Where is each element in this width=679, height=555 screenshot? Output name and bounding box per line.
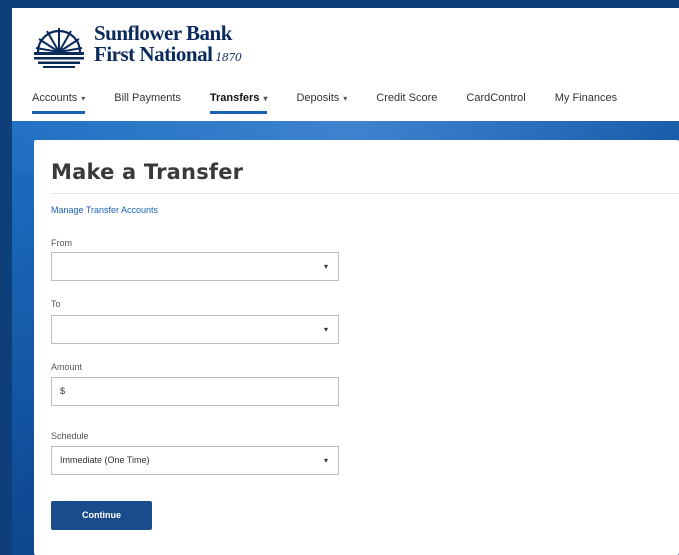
- nav-deposits-label: Deposits: [296, 92, 340, 104]
- from-label: From: [51, 238, 72, 248]
- dropdown-arrow-icon: ▾: [323, 262, 328, 271]
- brand-logo[interactable]: Sunflower Bank First National 1870: [32, 20, 242, 68]
- brand-established-year: 1870: [215, 50, 242, 64]
- nav-my-finances[interactable]: My Finances: [555, 92, 617, 114]
- from-account-select[interactable]: ▾: [51, 252, 339, 281]
- page-title: Make a Transfer: [51, 160, 244, 184]
- nav-my-finances-label: My Finances: [554, 92, 618, 104]
- to-account-select[interactable]: ▾: [51, 315, 339, 344]
- chevron-down-icon: ▾: [263, 94, 268, 103]
- amount-input[interactable]: $: [51, 377, 339, 406]
- nav-bill-payments-label: Bill Payments: [114, 92, 181, 104]
- schedule-select[interactable]: Immediate (One Time) ▾: [51, 446, 339, 475]
- title-divider: [51, 193, 679, 194]
- site-header: Sunflower Bank First National 1870 Accoun…: [12, 8, 679, 121]
- nav-credit-score[interactable]: Credit Score: [376, 92, 437, 114]
- amount-label: Amount: [51, 362, 83, 372]
- main-nav: Accounts ▾ Bill Payments Transfers ▾ Depos…: [32, 92, 646, 114]
- dropdown-arrow-icon: ▾: [323, 456, 328, 465]
- brand-name-line2: First National 1870: [94, 41, 242, 68]
- nav-deposits[interactable]: Deposits ▾: [296, 92, 347, 114]
- app-frame: Sunflower Bank First National 1870 Accoun…: [12, 8, 679, 555]
- sunflower-sunburst-icon: [34, 28, 84, 68]
- chevron-down-icon: ▾: [343, 94, 348, 103]
- nav-credit-score-label: Credit Score: [376, 92, 438, 104]
- continue-button[interactable]: Continue: [51, 501, 152, 530]
- nav-cardcontrol[interactable]: CardControl: [466, 92, 525, 114]
- transfer-form-card: Make a Transfer Manage Transfer Accounts…: [34, 140, 679, 555]
- amount-value: $: [60, 386, 66, 396]
- nav-transfers[interactable]: Transfers ▾: [209, 92, 268, 114]
- to-label: To: [51, 299, 61, 309]
- chevron-down-icon: ▾: [81, 94, 86, 103]
- nav-transfers-label: Transfers: [209, 92, 260, 104]
- schedule-label: Schedule: [51, 431, 89, 441]
- nav-accounts[interactable]: Accounts ▾: [32, 92, 86, 114]
- dropdown-arrow-icon: ▾: [323, 325, 328, 334]
- nav-bill-payments[interactable]: Bill Payments: [114, 92, 181, 114]
- nav-accounts-label: Accounts: [32, 92, 78, 104]
- brand-name-line1: Sunflower Bank: [94, 20, 232, 45]
- schedule-value: Immediate (One Time): [60, 455, 150, 465]
- manage-transfer-accounts-link[interactable]: Manage Transfer Accounts: [51, 205, 158, 215]
- nav-cardcontrol-label: CardControl: [466, 92, 526, 104]
- brand-name-line2-text: First National: [94, 41, 213, 66]
